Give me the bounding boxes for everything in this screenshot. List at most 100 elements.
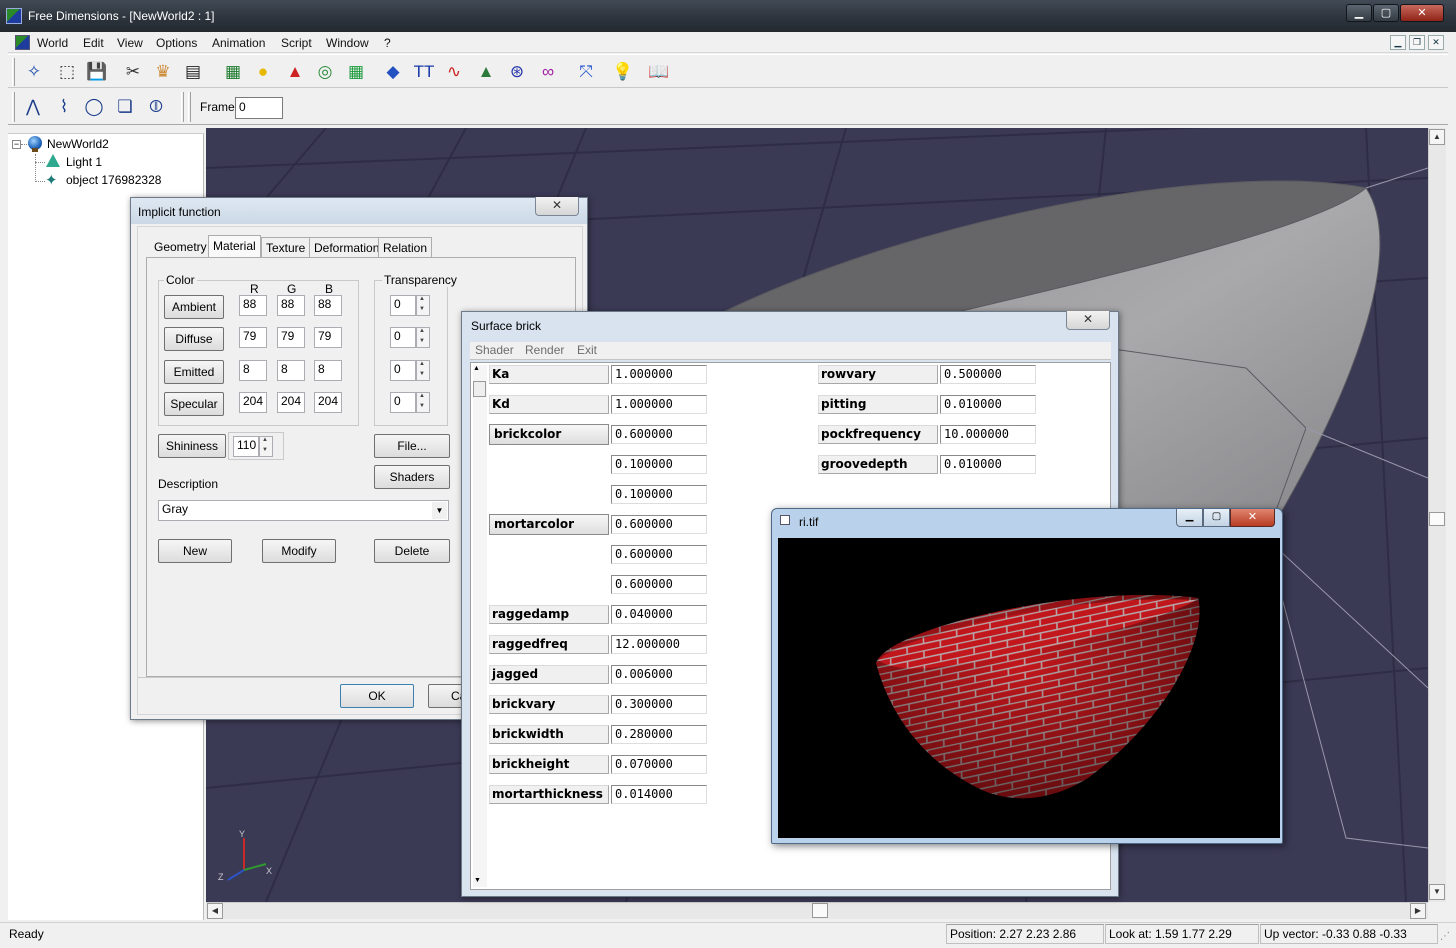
cut-icon[interactable]: ✂ bbox=[120, 59, 146, 85]
ambient-r-field[interactable]: 88 bbox=[239, 295, 267, 316]
light-bulb-icon[interactable]: 💡 bbox=[610, 59, 636, 85]
vertical-scrollbar[interactable]: ▲ ▼ bbox=[1428, 128, 1446, 902]
material-ambient-button[interactable]: Ambient bbox=[164, 295, 224, 319]
emitted-transparency-spinner[interactable] bbox=[416, 360, 430, 381]
bezier-icon[interactable]: ◯ bbox=[81, 94, 107, 120]
description-dropdown[interactable]: Gray bbox=[158, 500, 449, 521]
mdi-restore-button[interactable]: ❐ bbox=[1409, 35, 1425, 50]
diffuse-b-field[interactable]: 79 bbox=[314, 327, 342, 348]
brickcolor-value-1[interactable]: 0.600000 bbox=[611, 425, 707, 444]
brickheight-value-1[interactable]: 0.070000 bbox=[611, 755, 707, 774]
cone-icon[interactable]: ▲ bbox=[282, 59, 308, 85]
tab-material[interactable]: Material bbox=[208, 235, 261, 257]
mdi-minimize-button[interactable]: ▁ bbox=[1390, 35, 1406, 50]
mortarcolor-value-2[interactable]: 0.600000 bbox=[611, 545, 707, 564]
save-icon[interactable]: 💾 bbox=[84, 59, 110, 85]
tree-item-object[interactable]: object 176982328 bbox=[66, 173, 161, 187]
toolbar-grip[interactable] bbox=[12, 58, 15, 86]
menu-render[interactable]: Render bbox=[525, 343, 564, 357]
scroll-down-icon[interactable]: ▼ bbox=[474, 877, 481, 884]
resize-grip-icon[interactable]: ⋰ bbox=[1440, 931, 1450, 942]
emitted-b-field[interactable]: 8 bbox=[314, 360, 342, 381]
close-button[interactable]: ✕ bbox=[1400, 4, 1444, 22]
tab-relation[interactable]: Relation bbox=[378, 237, 433, 257]
specular-transparency-field[interactable]: 0 bbox=[390, 392, 416, 413]
shininess-spinner[interactable] bbox=[259, 436, 273, 457]
frame-input[interactable]: 0 bbox=[235, 97, 283, 119]
menu-animation[interactable]: Animation bbox=[212, 36, 265, 50]
shininess-field[interactable]: 110 bbox=[233, 436, 259, 457]
scroll-down-button[interactable]: ▼ bbox=[1429, 884, 1445, 900]
maximize-button[interactable]: ▢ bbox=[1373, 4, 1399, 22]
toolbar-grip[interactable] bbox=[181, 92, 184, 122]
delete-button[interactable]: Delete bbox=[374, 539, 450, 563]
wand-icon[interactable]: ✧ bbox=[21, 59, 47, 85]
tab-geometry[interactable]: Geometry bbox=[150, 237, 211, 257]
scroll-right-button[interactable]: ▶ bbox=[1410, 903, 1426, 919]
file-button[interactable]: File... bbox=[374, 434, 450, 458]
specular-r-field[interactable]: 204 bbox=[239, 392, 267, 413]
specular-g-field[interactable]: 204 bbox=[277, 392, 305, 413]
mortarcolor-button[interactable]: mortarcolor bbox=[489, 514, 609, 535]
emitted-r-field[interactable]: 8 bbox=[239, 360, 267, 381]
parameter-scrollbar[interactable]: ▲ ▼ bbox=[473, 365, 487, 887]
menu-world[interactable]: World bbox=[37, 36, 68, 50]
scroll-up-icon[interactable]: ▲ bbox=[473, 365, 480, 372]
brickwidth-value-1[interactable]: 0.280000 bbox=[611, 725, 707, 744]
material-diffuse-button[interactable]: Diffuse bbox=[164, 327, 224, 351]
toolbar-grip[interactable] bbox=[12, 92, 15, 122]
polyline-icon[interactable]: ⋀ bbox=[20, 94, 46, 120]
menu-exit[interactable]: Exit bbox=[577, 343, 597, 357]
mortarcolor-value-3[interactable]: 0.600000 bbox=[611, 575, 707, 594]
tree-item-light[interactable]: Light 1 bbox=[66, 155, 102, 169]
raggedfreq-value-1[interactable]: 12.000000 bbox=[611, 635, 707, 654]
emitted-transparency-field[interactable]: 0 bbox=[390, 360, 416, 381]
diffuse-r-field[interactable]: 79 bbox=[239, 327, 267, 348]
modify-button[interactable]: Modify bbox=[262, 539, 336, 563]
chevron-down-icon[interactable]: ▼ bbox=[432, 502, 447, 519]
scroll-thumb[interactable] bbox=[812, 903, 828, 918]
specular-b-field[interactable]: 204 bbox=[314, 392, 342, 413]
toolbar-grip[interactable] bbox=[188, 92, 191, 122]
ka-value-1[interactable]: 1.000000 bbox=[611, 365, 707, 384]
emitted-g-field[interactable]: 8 bbox=[277, 360, 305, 381]
menu-script[interactable]: Script bbox=[281, 36, 312, 50]
menu-edit[interactable]: Edit bbox=[83, 36, 104, 50]
ok-button[interactable]: OK bbox=[340, 684, 414, 708]
minimize-button[interactable]: ▁ bbox=[1346, 4, 1372, 22]
specular-transparency-spinner[interactable] bbox=[416, 392, 430, 413]
menu-window[interactable]: Window bbox=[326, 36, 369, 50]
spline-icon[interactable]: ⌇ bbox=[51, 94, 77, 120]
extrude-icon[interactable]: ❏ bbox=[112, 94, 138, 120]
crown-icon[interactable]: ♛ bbox=[150, 59, 176, 85]
rowvary-value[interactable]: 0.500000 bbox=[940, 365, 1036, 384]
brickvary-value-1[interactable]: 0.300000 bbox=[611, 695, 707, 714]
menu-shader[interactable]: Shader bbox=[475, 343, 514, 357]
horizontal-scrollbar[interactable]: ◀ ▶ bbox=[206, 902, 1428, 919]
axes-icon[interactable]: ⤧ bbox=[573, 59, 599, 85]
ambient-transparency-field[interactable]: 0 bbox=[390, 295, 416, 316]
minimize-button[interactable]: ▁ bbox=[1176, 509, 1203, 527]
brickcolor-button[interactable]: brickcolor bbox=[489, 424, 609, 445]
text-icon[interactable]: TT bbox=[411, 59, 437, 85]
infinity-icon[interactable]: ∞ bbox=[535, 59, 561, 85]
raggedamp-value-1[interactable]: 0.040000 bbox=[611, 605, 707, 624]
close-button[interactable]: ✕ bbox=[1230, 509, 1275, 527]
brickcolor-value-3[interactable]: 0.100000 bbox=[611, 485, 707, 504]
mdi-close-button[interactable]: ✕ bbox=[1428, 35, 1444, 50]
tab-deformation[interactable]: Deformation bbox=[309, 237, 385, 257]
lathe-icon[interactable]: ⦷ bbox=[143, 94, 169, 120]
material-specular-button[interactable]: Specular bbox=[164, 392, 224, 416]
box-icon[interactable]: ⬚ bbox=[54, 59, 80, 85]
terrain-icon[interactable]: ▲ bbox=[473, 59, 499, 85]
mortarcolor-value-1[interactable]: 0.600000 bbox=[611, 515, 707, 534]
surface-icon[interactable]: ⊛ bbox=[504, 59, 530, 85]
material-emitted-button[interactable]: Emitted bbox=[164, 360, 224, 384]
pitting-value[interactable]: 0.010000 bbox=[940, 395, 1036, 414]
scroll-up-button[interactable]: ▲ bbox=[1429, 129, 1445, 145]
mortarthickness-value-1[interactable]: 0.014000 bbox=[611, 785, 707, 804]
menu-help[interactable]: ? bbox=[384, 36, 391, 50]
kd-value-1[interactable]: 1.000000 bbox=[611, 395, 707, 414]
jagged-value-1[interactable]: 0.006000 bbox=[611, 665, 707, 684]
pockfrequency-value[interactable]: 10.000000 bbox=[940, 425, 1036, 444]
